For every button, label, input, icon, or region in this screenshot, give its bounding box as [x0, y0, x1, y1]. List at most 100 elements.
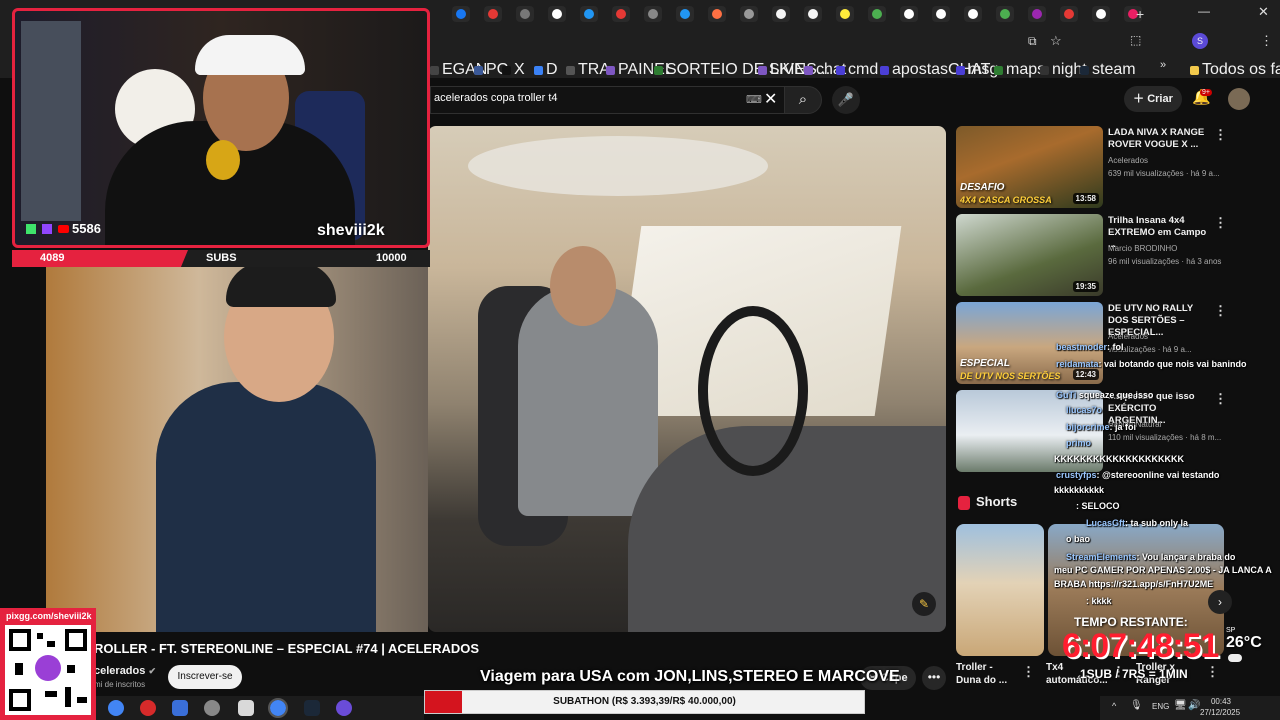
- browser-tab[interactable]: [964, 6, 982, 22]
- channel-name[interactable]: celerados ✔: [94, 665, 156, 677]
- twitch-icon: [42, 224, 52, 234]
- more-actions-button[interactable]: •••: [922, 666, 946, 690]
- file-explorer-icon[interactable]: [238, 700, 254, 716]
- bookmark-item[interactable]: maps: [994, 61, 1045, 79]
- chat-username: LucasGft: [1086, 518, 1126, 528]
- bookmark-item[interactable]: LIVE: [758, 61, 805, 79]
- bookmark-item[interactable]: cmd: [836, 61, 878, 79]
- recommendation-thumbnail[interactable]: 19:35: [956, 214, 1103, 296]
- chat-message: LucasGft: ta sub only la: [1086, 518, 1188, 528]
- bookmark-item[interactable]: steam: [1080, 61, 1136, 79]
- steam-icon[interactable]: [304, 700, 320, 716]
- browser-tab[interactable]: [868, 6, 886, 22]
- recommendation-title[interactable]: LADA NIVA X RANGE ROVER VOGUE X ...: [1108, 127, 1208, 151]
- browser-tab[interactable]: [1092, 6, 1110, 22]
- recommendation-channel[interactable]: Acelerados: [1108, 156, 1148, 165]
- extensions-icon[interactable]: ⬚: [1130, 33, 1141, 47]
- bookmark-favicon-icon: [836, 66, 845, 75]
- bookmark-item[interactable]: Todos os favoritos: [1190, 61, 1280, 79]
- microphone-icon[interactable]: 🎤: [832, 86, 860, 114]
- microphone-tray-icon[interactable]: 🎙: [1130, 700, 1143, 711]
- recommendation-thumbnail[interactable]: DESAFIO 4X4 CASCA GROSSA 13:58: [956, 126, 1103, 208]
- bookmark-item[interactable]: D: [534, 61, 558, 79]
- bookmarks-overflow-icon[interactable]: »: [1160, 59, 1166, 71]
- bookmark-item[interactable]: TRA: [566, 61, 610, 79]
- video-player-left-area[interactable]: [46, 262, 428, 632]
- browser-tab[interactable]: [580, 6, 598, 22]
- more-options-icon[interactable]: ⋮: [1206, 664, 1219, 680]
- chat-message: reidamata: vai botando que nois vai bani…: [1056, 359, 1247, 369]
- browser-tab[interactable]: [484, 6, 502, 22]
- recommendation-channel[interactable]: Marcio BRODINHO: [1108, 244, 1177, 253]
- install-icon[interactable]: ⧉: [1028, 34, 1037, 49]
- account-avatar[interactable]: [1228, 88, 1250, 110]
- browser-tab[interactable]: [452, 6, 470, 22]
- app-icon[interactable]: [172, 700, 188, 716]
- more-options-icon[interactable]: ⋮: [1214, 303, 1227, 319]
- more-options-icon[interactable]: ⋮: [1214, 127, 1227, 143]
- recommendation-channel[interactable]: Acelerados: [1108, 332, 1148, 341]
- clear-search-icon[interactable]: ✕: [764, 89, 777, 109]
- browser-menu-icon[interactable]: ⋮: [1260, 33, 1273, 49]
- browser-tab[interactable]: [804, 6, 822, 22]
- short-thumbnail-1[interactable]: [956, 524, 1044, 656]
- browser-tab[interactable]: [548, 6, 566, 22]
- tray-time[interactable]: 00:43: [1206, 697, 1236, 706]
- channel-watermark-icon[interactable]: ✎: [912, 592, 936, 616]
- shorts-next-icon[interactable]: ›: [1208, 590, 1232, 614]
- bookmark-item[interactable]: X: [502, 61, 525, 79]
- search-icon[interactable]: ⌕: [784, 86, 822, 114]
- browser-tab[interactable]: [644, 6, 662, 22]
- browser-tab[interactable]: [708, 6, 726, 22]
- close-window-icon[interactable]: ✕: [1258, 4, 1269, 20]
- bookmark-favicon-icon: [880, 66, 889, 75]
- browser-tab[interactable]: [996, 6, 1014, 22]
- video-player[interactable]: [428, 126, 946, 632]
- minimize-icon[interactable]: —: [1198, 4, 1210, 18]
- browser-tab[interactable]: [1060, 6, 1078, 22]
- browser-tab[interactable]: [932, 6, 950, 22]
- chrome-active-icon[interactable]: [268, 698, 288, 718]
- browser-tab[interactable]: [900, 6, 918, 22]
- browser-tab[interactable]: [676, 6, 694, 22]
- tray-language[interactable]: ENG: [1152, 702, 1169, 711]
- more-options-icon[interactable]: ⋮: [1022, 664, 1035, 680]
- network-icon[interactable]: 🖥: [1174, 700, 1187, 711]
- tray-date[interactable]: 27/12/2025: [1200, 708, 1240, 717]
- browser-tab[interactable]: [740, 6, 758, 22]
- short-title-1[interactable]: Troller - Duna do ...: [956, 661, 1016, 687]
- settings-gear-icon[interactable]: [204, 700, 220, 716]
- tab-favicon-icon: [488, 9, 498, 19]
- browser-tab[interactable]: [836, 6, 854, 22]
- app-icon-2[interactable]: [336, 700, 352, 716]
- profile-avatar[interactable]: S: [1192, 33, 1208, 49]
- tab-favicon-icon: [1032, 9, 1042, 19]
- chat-text: : ta sub only la: [1125, 518, 1189, 528]
- volume-icon[interactable]: 🔊: [1188, 700, 1200, 711]
- chrome-icon[interactable]: [108, 700, 124, 716]
- bookmark-item[interactable]: msg: [956, 61, 998, 79]
- bookmark-favicon-icon: [654, 66, 663, 75]
- cloud-icon: [1228, 654, 1242, 662]
- video-title: ROLLER - FT. STEREONLINE – ESPECIAL #74 …: [94, 641, 480, 656]
- browser-tab[interactable]: [772, 6, 790, 22]
- subscribe-button[interactable]: Inscrever-se: [168, 665, 242, 689]
- more-options-icon[interactable]: ⋮: [1214, 215, 1227, 231]
- browser-tab[interactable]: [612, 6, 630, 22]
- chat-message: kkkkkkkkkk: [1054, 485, 1104, 495]
- tray-chevron-icon[interactable]: ^: [1112, 701, 1116, 711]
- bookmark-star-icon[interactable]: ☆: [1050, 33, 1062, 49]
- opera-icon[interactable]: [140, 700, 156, 716]
- thumbnail-subtag: DE UTV NOS SERTÕES: [960, 371, 1061, 381]
- keyboard-icon[interactable]: ⌨: [746, 93, 762, 106]
- tab-favicon-icon: [744, 9, 754, 19]
- create-button[interactable]: ＋ Criar: [1124, 86, 1182, 112]
- chat-username: reidamata: [1056, 359, 1099, 369]
- more-options-icon[interactable]: ⋮: [1214, 391, 1227, 407]
- video-duration: 13:58: [1072, 193, 1099, 204]
- bookmark-favicon-icon: [534, 66, 543, 75]
- new-tab-icon[interactable]: +: [1136, 6, 1144, 22]
- browser-tab[interactable]: [1028, 6, 1046, 22]
- subathon-text: SUBATHON (R$ 3.393,39/R$ 40.000,00): [553, 696, 736, 707]
- browser-tab[interactable]: [516, 6, 534, 22]
